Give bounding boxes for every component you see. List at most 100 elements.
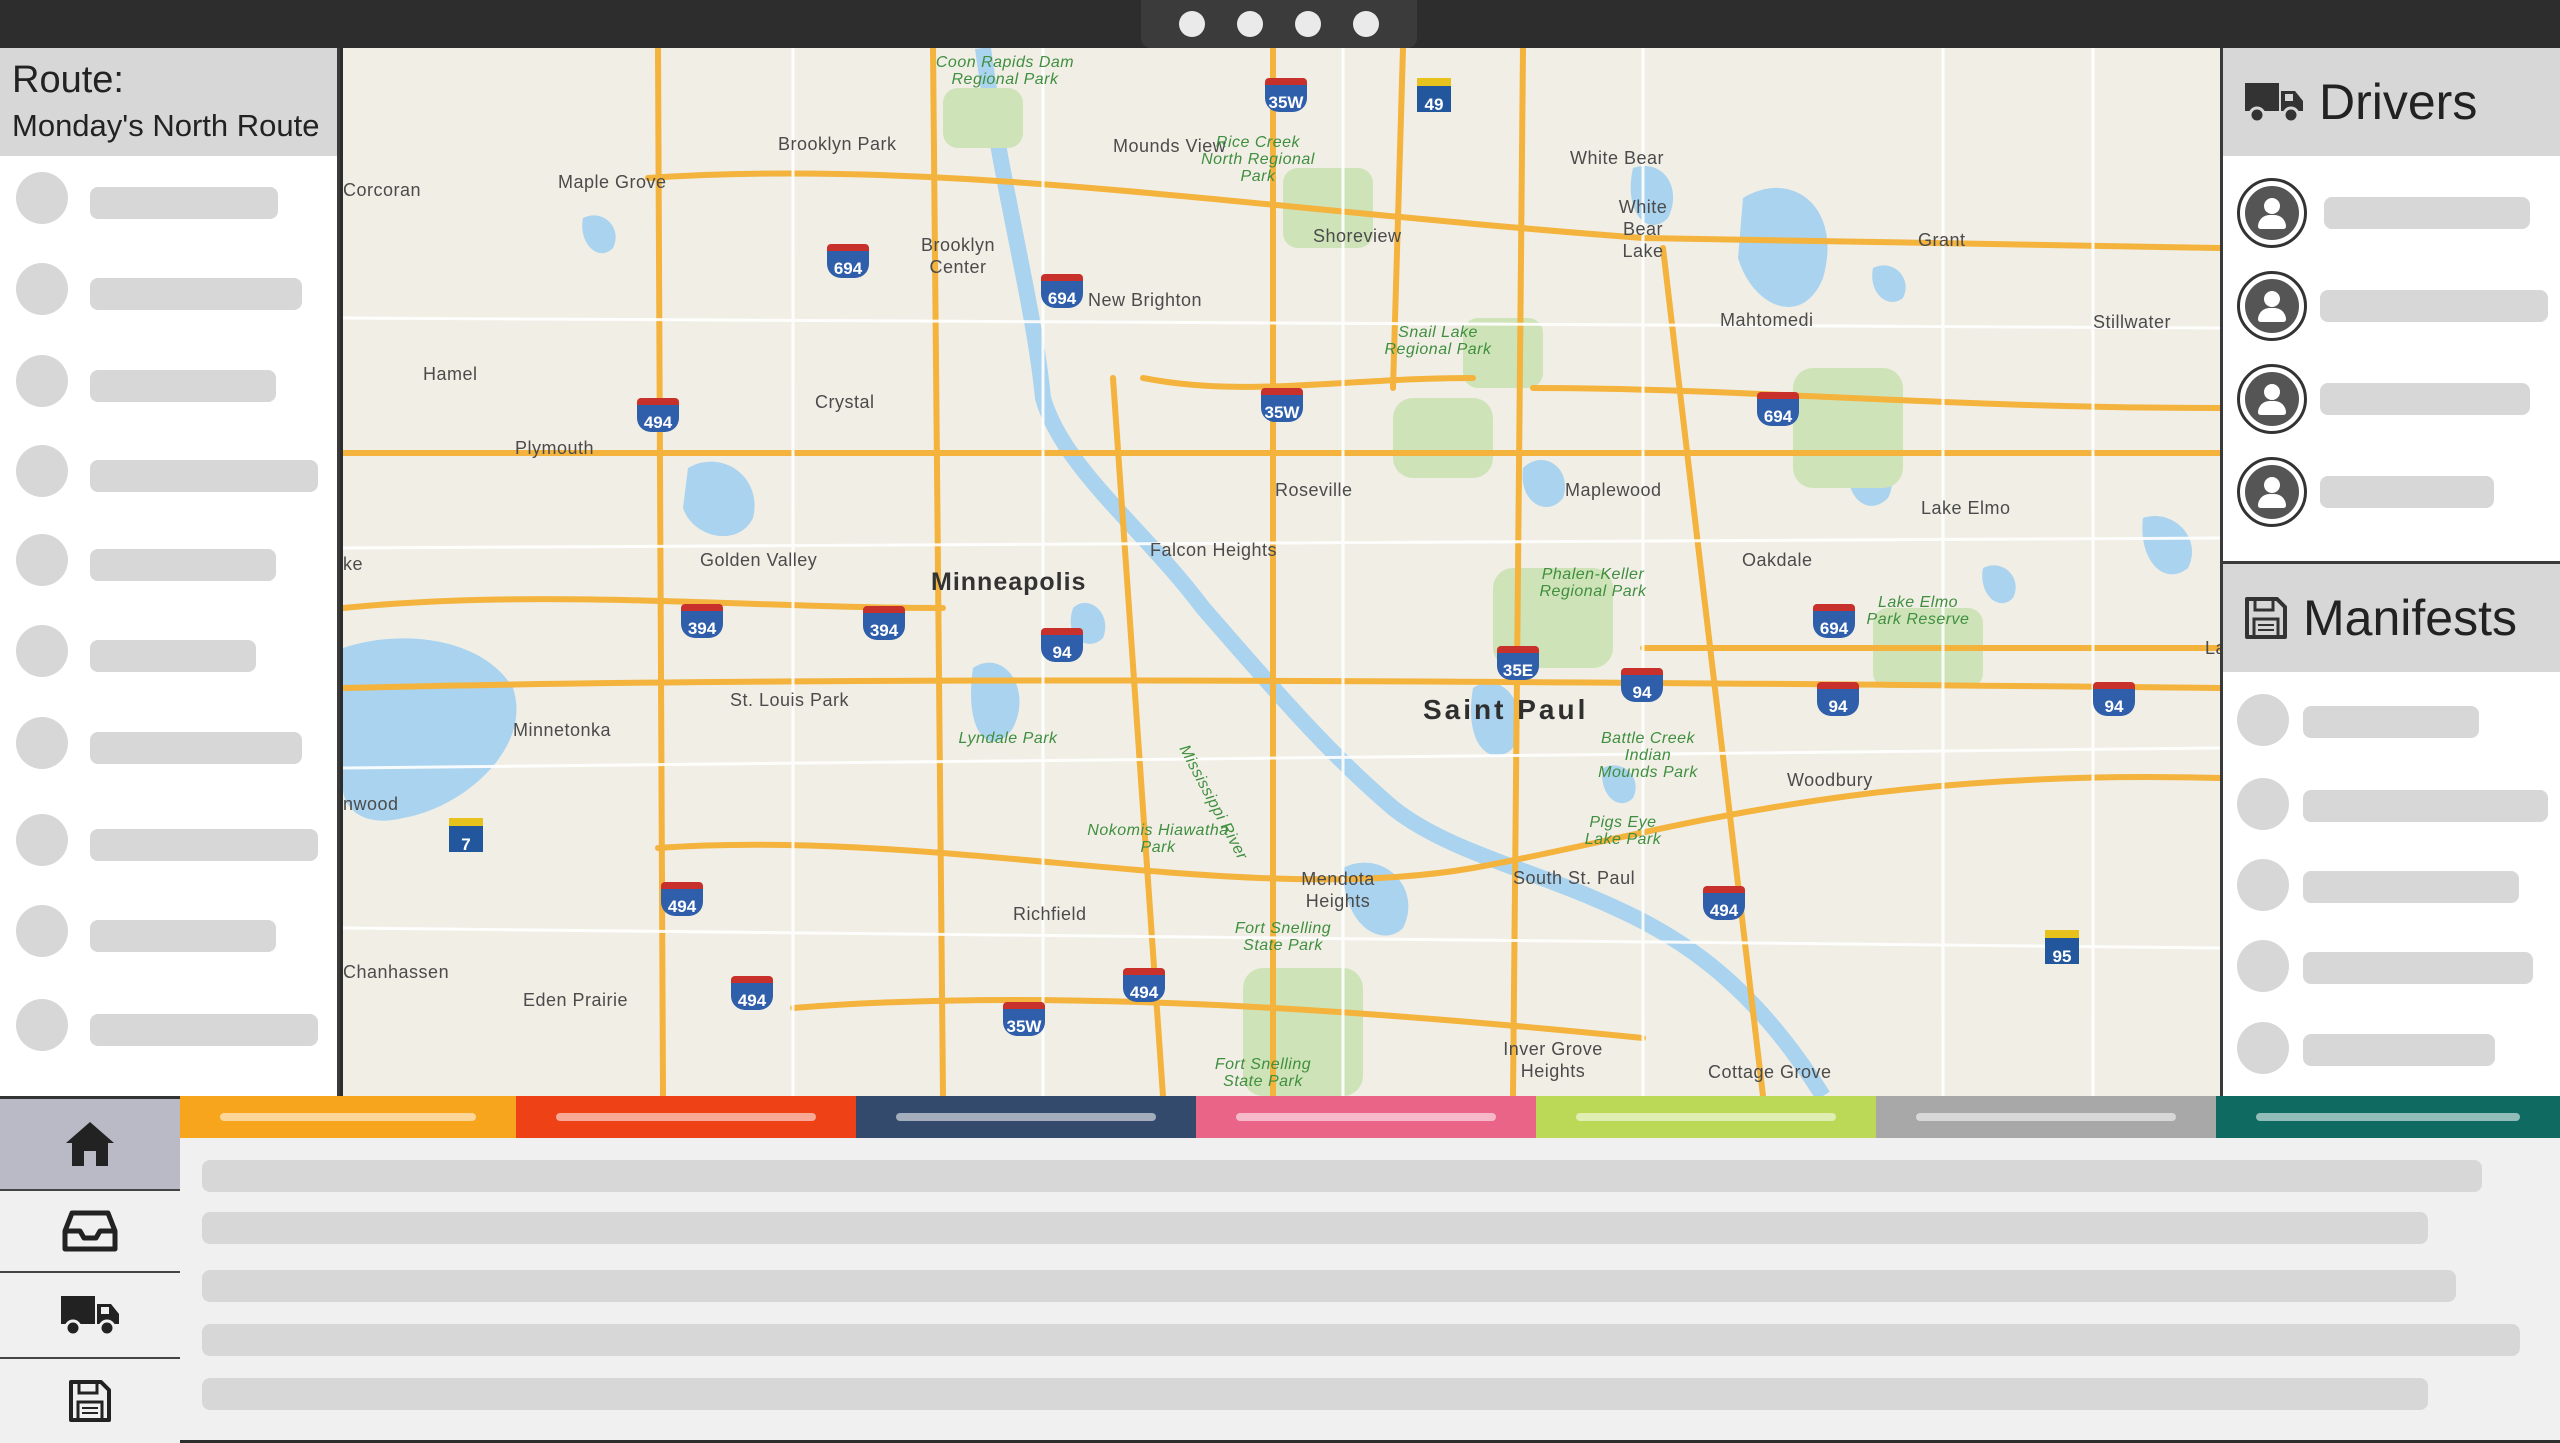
content-placeholder [202, 1270, 2456, 1302]
map-place-label: Hamel [423, 364, 478, 384]
interstate-shield: 394 [863, 606, 905, 640]
route-stop[interactable] [0, 437, 337, 497]
driver-item[interactable] [2223, 364, 2560, 434]
map-place-label: Brooklyn Center [920, 235, 996, 277]
map-place-label: White Bear Lake [1618, 197, 1668, 261]
map-park-label: Snail Lake Regional Park [1384, 324, 1492, 358]
map-place-label: Mahtomedi [1720, 310, 1814, 330]
map-place-label: Golden Valley [700, 550, 818, 570]
interstate-shield: 494 [637, 398, 679, 432]
route-stop[interactable] [0, 164, 337, 224]
color-tab[interactable] [2216, 1096, 2560, 1138]
tab-line [2256, 1113, 2520, 1121]
map-park-label: Fort Snelling State Park [1234, 920, 1332, 954]
window-dot-4[interactable] [1353, 11, 1379, 37]
interstate-shield: 494 [1703, 886, 1745, 920]
drivers-header: Drivers [2223, 48, 2560, 156]
interstate-shield: 694 [1041, 274, 1083, 308]
color-tab[interactable] [1876, 1096, 2216, 1138]
route-stop[interactable] [0, 526, 337, 586]
driver-item[interactable] [2223, 178, 2560, 248]
map-place-label: Plymouth [515, 438, 595, 458]
nav-trucks[interactable] [0, 1273, 180, 1359]
content-placeholder [202, 1160, 2482, 1192]
interstate-shield: 35W [1265, 78, 1307, 112]
map-place-label: Minnetonka [513, 720, 612, 740]
manifest-placeholder [2303, 952, 2533, 984]
color-tab[interactable] [1536, 1096, 1876, 1138]
stop-placeholder [90, 278, 302, 310]
avatar [2237, 457, 2307, 527]
nav-inbox[interactable] [0, 1191, 180, 1273]
manifests-title: Manifests [2303, 590, 2517, 646]
tab-line [896, 1113, 1156, 1121]
map-place-label: Brooklyn Park [778, 134, 897, 154]
color-tab[interactable] [180, 1096, 516, 1138]
interstate-shield: 694 [827, 244, 869, 278]
avatar [2237, 178, 2307, 248]
driver-item[interactable] [2223, 457, 2560, 527]
tab-line [1236, 1113, 1496, 1121]
inbox-icon [62, 1210, 118, 1252]
driver-item[interactable] [2223, 271, 2560, 341]
map-place-label: Cottage Grove [1708, 1062, 1832, 1082]
route-stop[interactable] [0, 806, 337, 866]
window-dot-2[interactable] [1237, 11, 1263, 37]
avatar [2237, 364, 2307, 434]
manifest-marker [2237, 940, 2289, 992]
right-panel: Drivers Manifests [2220, 48, 2560, 1096]
manifest-placeholder [2303, 871, 2519, 903]
route-stop[interactable] [0, 347, 337, 407]
color-tab[interactable] [856, 1096, 1196, 1138]
window-dot-1[interactable] [1179, 11, 1205, 37]
nav-manifests[interactable] [0, 1359, 180, 1443]
route-map[interactable]: Corcoran Maple Grove Brooklyn Park Mound… [343, 48, 2220, 1096]
map-park-label: Lake Elmo Park Reserve [1866, 594, 1970, 628]
manifest-item[interactable] [2223, 1022, 2560, 1078]
nav-home[interactable] [0, 1099, 180, 1191]
interstate-shield: 35E [1497, 646, 1539, 680]
city-label-saint-paul: Saint Paul [1423, 694, 1589, 725]
map-place-label: Richfield [1013, 904, 1087, 924]
tab-line [1916, 1113, 2176, 1121]
stop-marker [16, 717, 68, 769]
manifest-item[interactable] [2223, 778, 2560, 834]
map-place-label: Maplewood [1565, 480, 1662, 500]
floppy-disk-icon [2245, 597, 2287, 639]
route-stop[interactable] [0, 709, 337, 769]
map-place-label: Crystal [815, 392, 875, 412]
drivers-title: Drivers [2319, 74, 2478, 130]
driver-placeholder [2320, 476, 2494, 508]
route-stop[interactable] [0, 897, 337, 957]
map-place-label: Chanhassen [343, 962, 450, 982]
map-park-label: Nokomis Hiawatha Park [1087, 822, 1229, 856]
manifest-item[interactable] [2223, 940, 2560, 996]
content-placeholder [202, 1324, 2520, 1356]
interstate-shield: 694 [1813, 604, 1855, 638]
stop-placeholder [90, 187, 278, 219]
manifest-item[interactable] [2223, 859, 2560, 915]
stop-marker [16, 355, 68, 407]
route-stop[interactable] [0, 991, 337, 1051]
stop-placeholder [90, 829, 318, 861]
map-park-label: Battle Creek Indian Mounds Park [1598, 730, 1698, 781]
route-label: Route: [12, 59, 124, 101]
manifest-item[interactable] [2223, 694, 2560, 750]
window-dot-3[interactable] [1295, 11, 1321, 37]
manifest-marker [2237, 694, 2289, 746]
interstate-shield: 94 [1041, 628, 1083, 662]
stop-placeholder [90, 549, 276, 581]
color-tab[interactable] [516, 1096, 856, 1138]
manifests-header: Manifests [2223, 564, 2560, 672]
interstate-shield: 494 [1123, 968, 1165, 1002]
route-stop[interactable] [0, 617, 337, 677]
interstate-shield: 494 [731, 976, 773, 1010]
interstate-shield: 35W [1261, 388, 1303, 422]
interstate-shield: 94 [1621, 668, 1663, 702]
stop-placeholder [90, 370, 276, 402]
route-stop[interactable] [0, 255, 337, 315]
driver-placeholder [2320, 290, 2548, 322]
interstate-shield: 94 [1817, 682, 1859, 716]
color-tab[interactable] [1196, 1096, 1536, 1138]
map-place-label: Oakdale [1742, 550, 1813, 570]
